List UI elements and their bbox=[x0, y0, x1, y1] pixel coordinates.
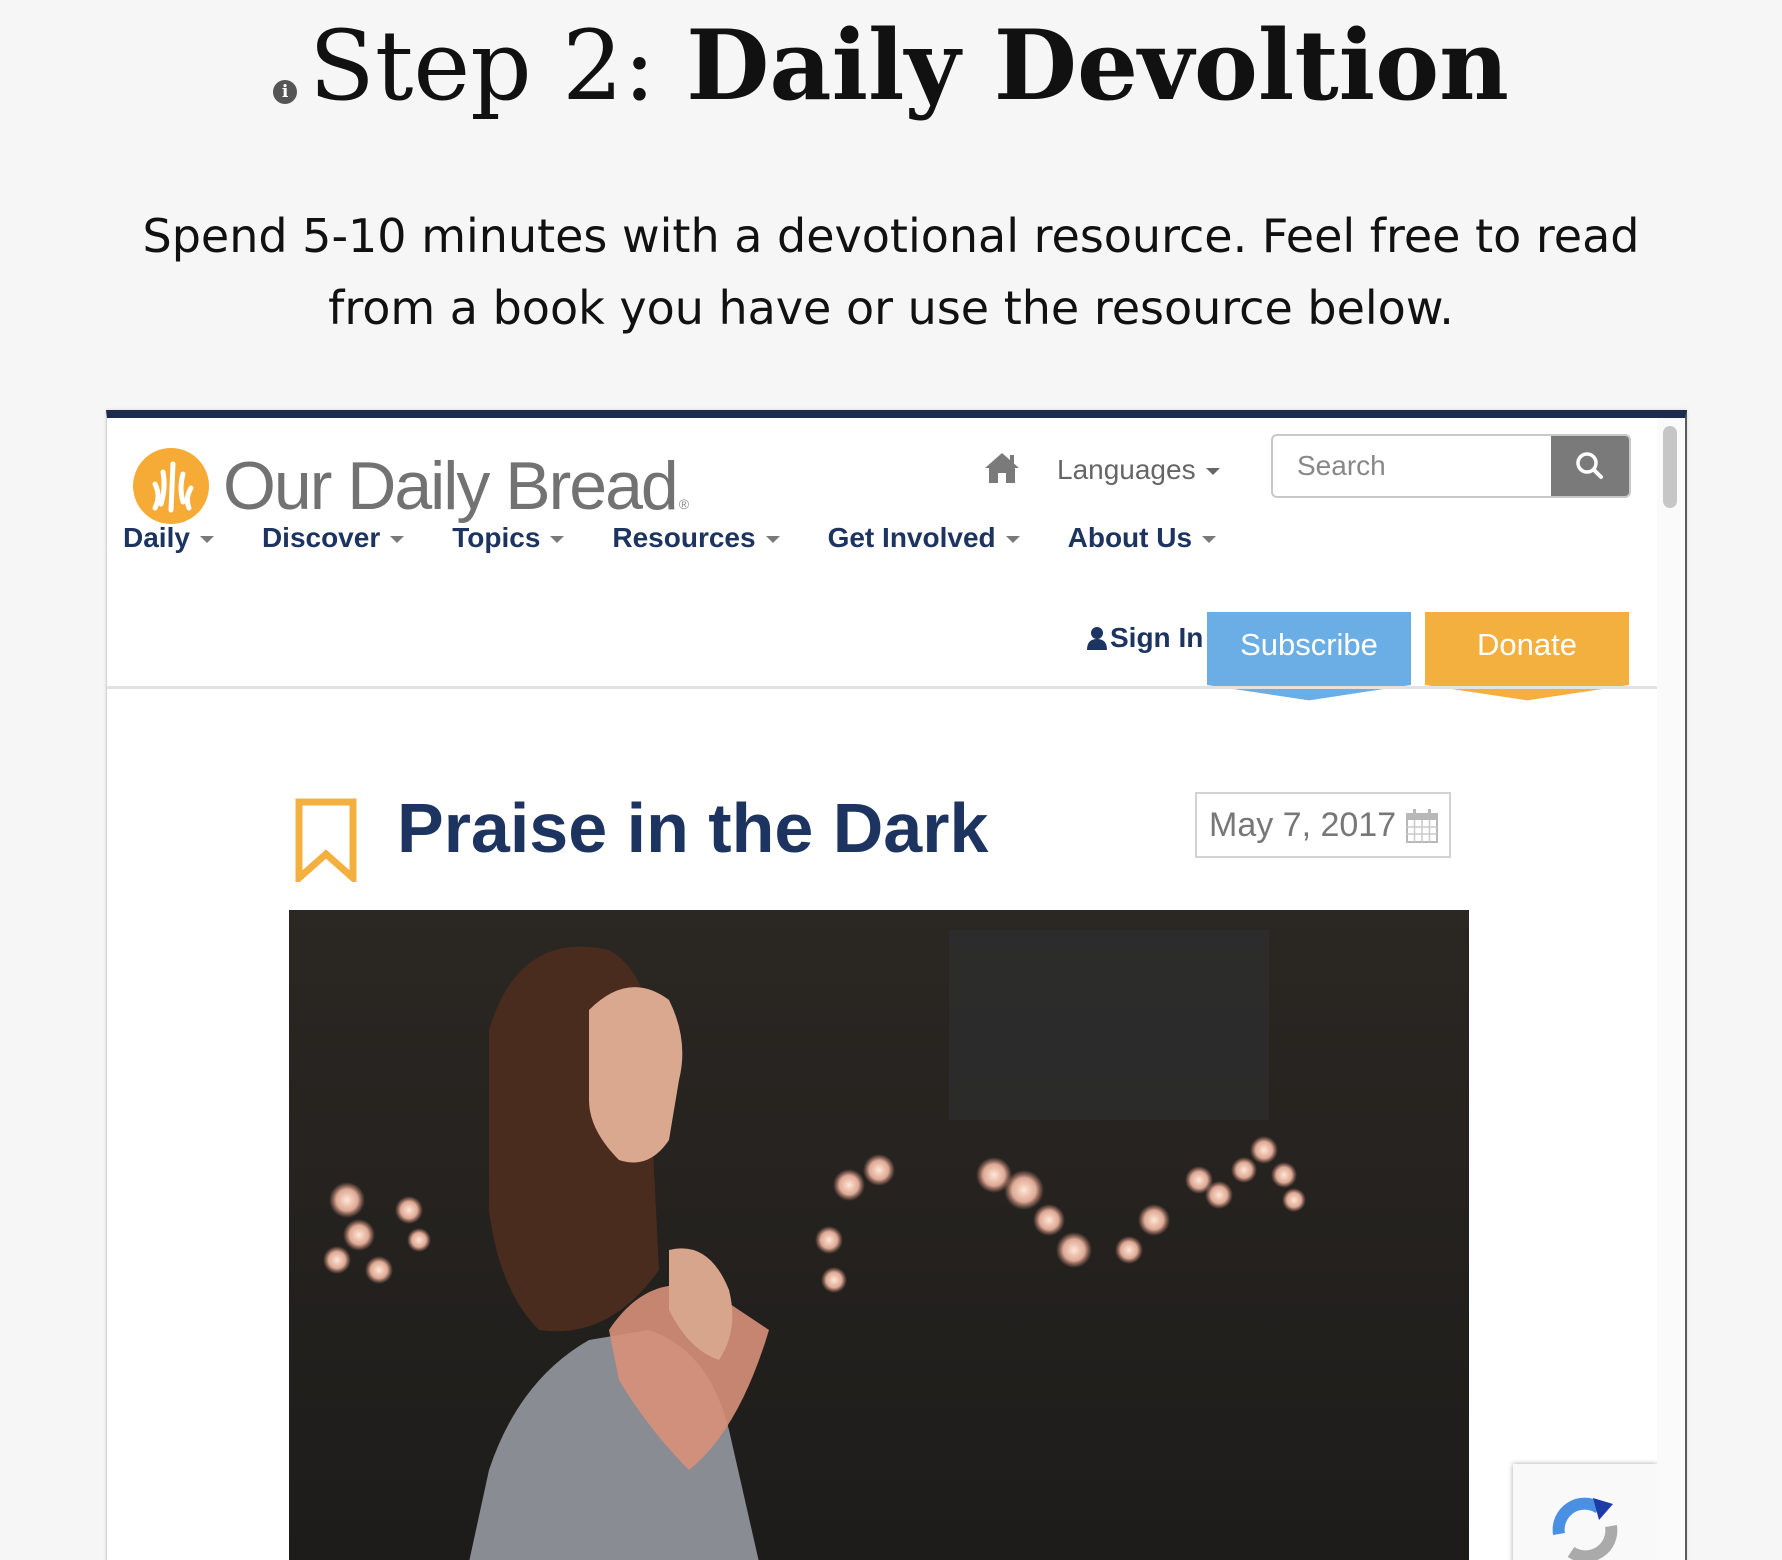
logo-text: Our Daily Bread ® bbox=[223, 448, 689, 524]
step-prefix: Step 2: bbox=[309, 10, 687, 122]
nav-item-get-involved[interactable]: Get Involved bbox=[828, 522, 1020, 554]
sign-in-link[interactable]: Sign In bbox=[1087, 622, 1203, 654]
chevron-down-icon bbox=[1005, 536, 1020, 544]
chevron-down-icon bbox=[765, 536, 780, 544]
embedded-site-frame: Our Daily Bread® Languages Daily Discove… bbox=[106, 410, 1687, 1560]
step-title: Daily Devoltion bbox=[686, 9, 1509, 122]
logo-mark-icon bbox=[133, 448, 209, 524]
search-input[interactable] bbox=[1273, 436, 1553, 496]
chevron-down-icon bbox=[1202, 536, 1217, 544]
page: i Step 2: Daily Devoltion Spend 5-10 minu… bbox=[0, 0, 1782, 1560]
site-logo[interactable]: Our Daily Bread ® bbox=[133, 446, 689, 526]
nav-item-daily[interactable]: Daily bbox=[123, 522, 214, 554]
languages-label: Languages bbox=[1057, 454, 1196, 485]
subscribe-button[interactable]: Subscribe bbox=[1207, 612, 1411, 701]
date-picker[interactable]: May 7, 2017 bbox=[1195, 792, 1451, 858]
donate-button[interactable]: Donate bbox=[1425, 612, 1629, 701]
info-icon[interactable]: i bbox=[273, 80, 298, 104]
nav-item-topics[interactable]: Topics bbox=[452, 522, 565, 554]
languages-dropdown[interactable]: Languages bbox=[1057, 454, 1220, 486]
search-box bbox=[1271, 434, 1631, 498]
article-title: Praise in the Dark bbox=[397, 789, 989, 867]
step-description: Spend 5-10 minutes with a devotional res… bbox=[142, 209, 1640, 335]
calendar-icon bbox=[1406, 809, 1438, 843]
recaptcha-icon bbox=[1552, 1497, 1618, 1560]
step-heading: i Step 2: Daily Devoltion bbox=[0, 6, 1782, 126]
nav-item-discover[interactable]: Discover bbox=[262, 522, 405, 554]
article-hero-image bbox=[289, 910, 1469, 1560]
recaptcha-badge[interactable] bbox=[1513, 1464, 1657, 1560]
nav-item-about-us[interactable]: About Us bbox=[1068, 522, 1217, 554]
main-nav: Daily Discover Topics Resources Get Invo… bbox=[123, 522, 1264, 554]
scrollbar[interactable] bbox=[1657, 418, 1685, 1560]
sign-in-label: Sign In bbox=[1110, 622, 1204, 653]
person-icon bbox=[1087, 627, 1107, 650]
chevron-down-icon bbox=[199, 536, 214, 544]
bookmark-icon[interactable] bbox=[295, 798, 357, 882]
chevron-down-icon bbox=[1205, 468, 1220, 476]
scrollbar-thumb[interactable] bbox=[1663, 426, 1677, 508]
date-value: May 7, 2017 bbox=[1209, 806, 1397, 844]
nav-item-resources[interactable]: Resources bbox=[612, 522, 780, 554]
home-icon[interactable] bbox=[983, 450, 1021, 486]
header-divider bbox=[107, 686, 1657, 689]
search-button[interactable] bbox=[1551, 436, 1629, 496]
chevron-down-icon bbox=[550, 536, 565, 544]
chevron-down-icon bbox=[390, 536, 405, 544]
search-icon bbox=[1576, 452, 1603, 479]
